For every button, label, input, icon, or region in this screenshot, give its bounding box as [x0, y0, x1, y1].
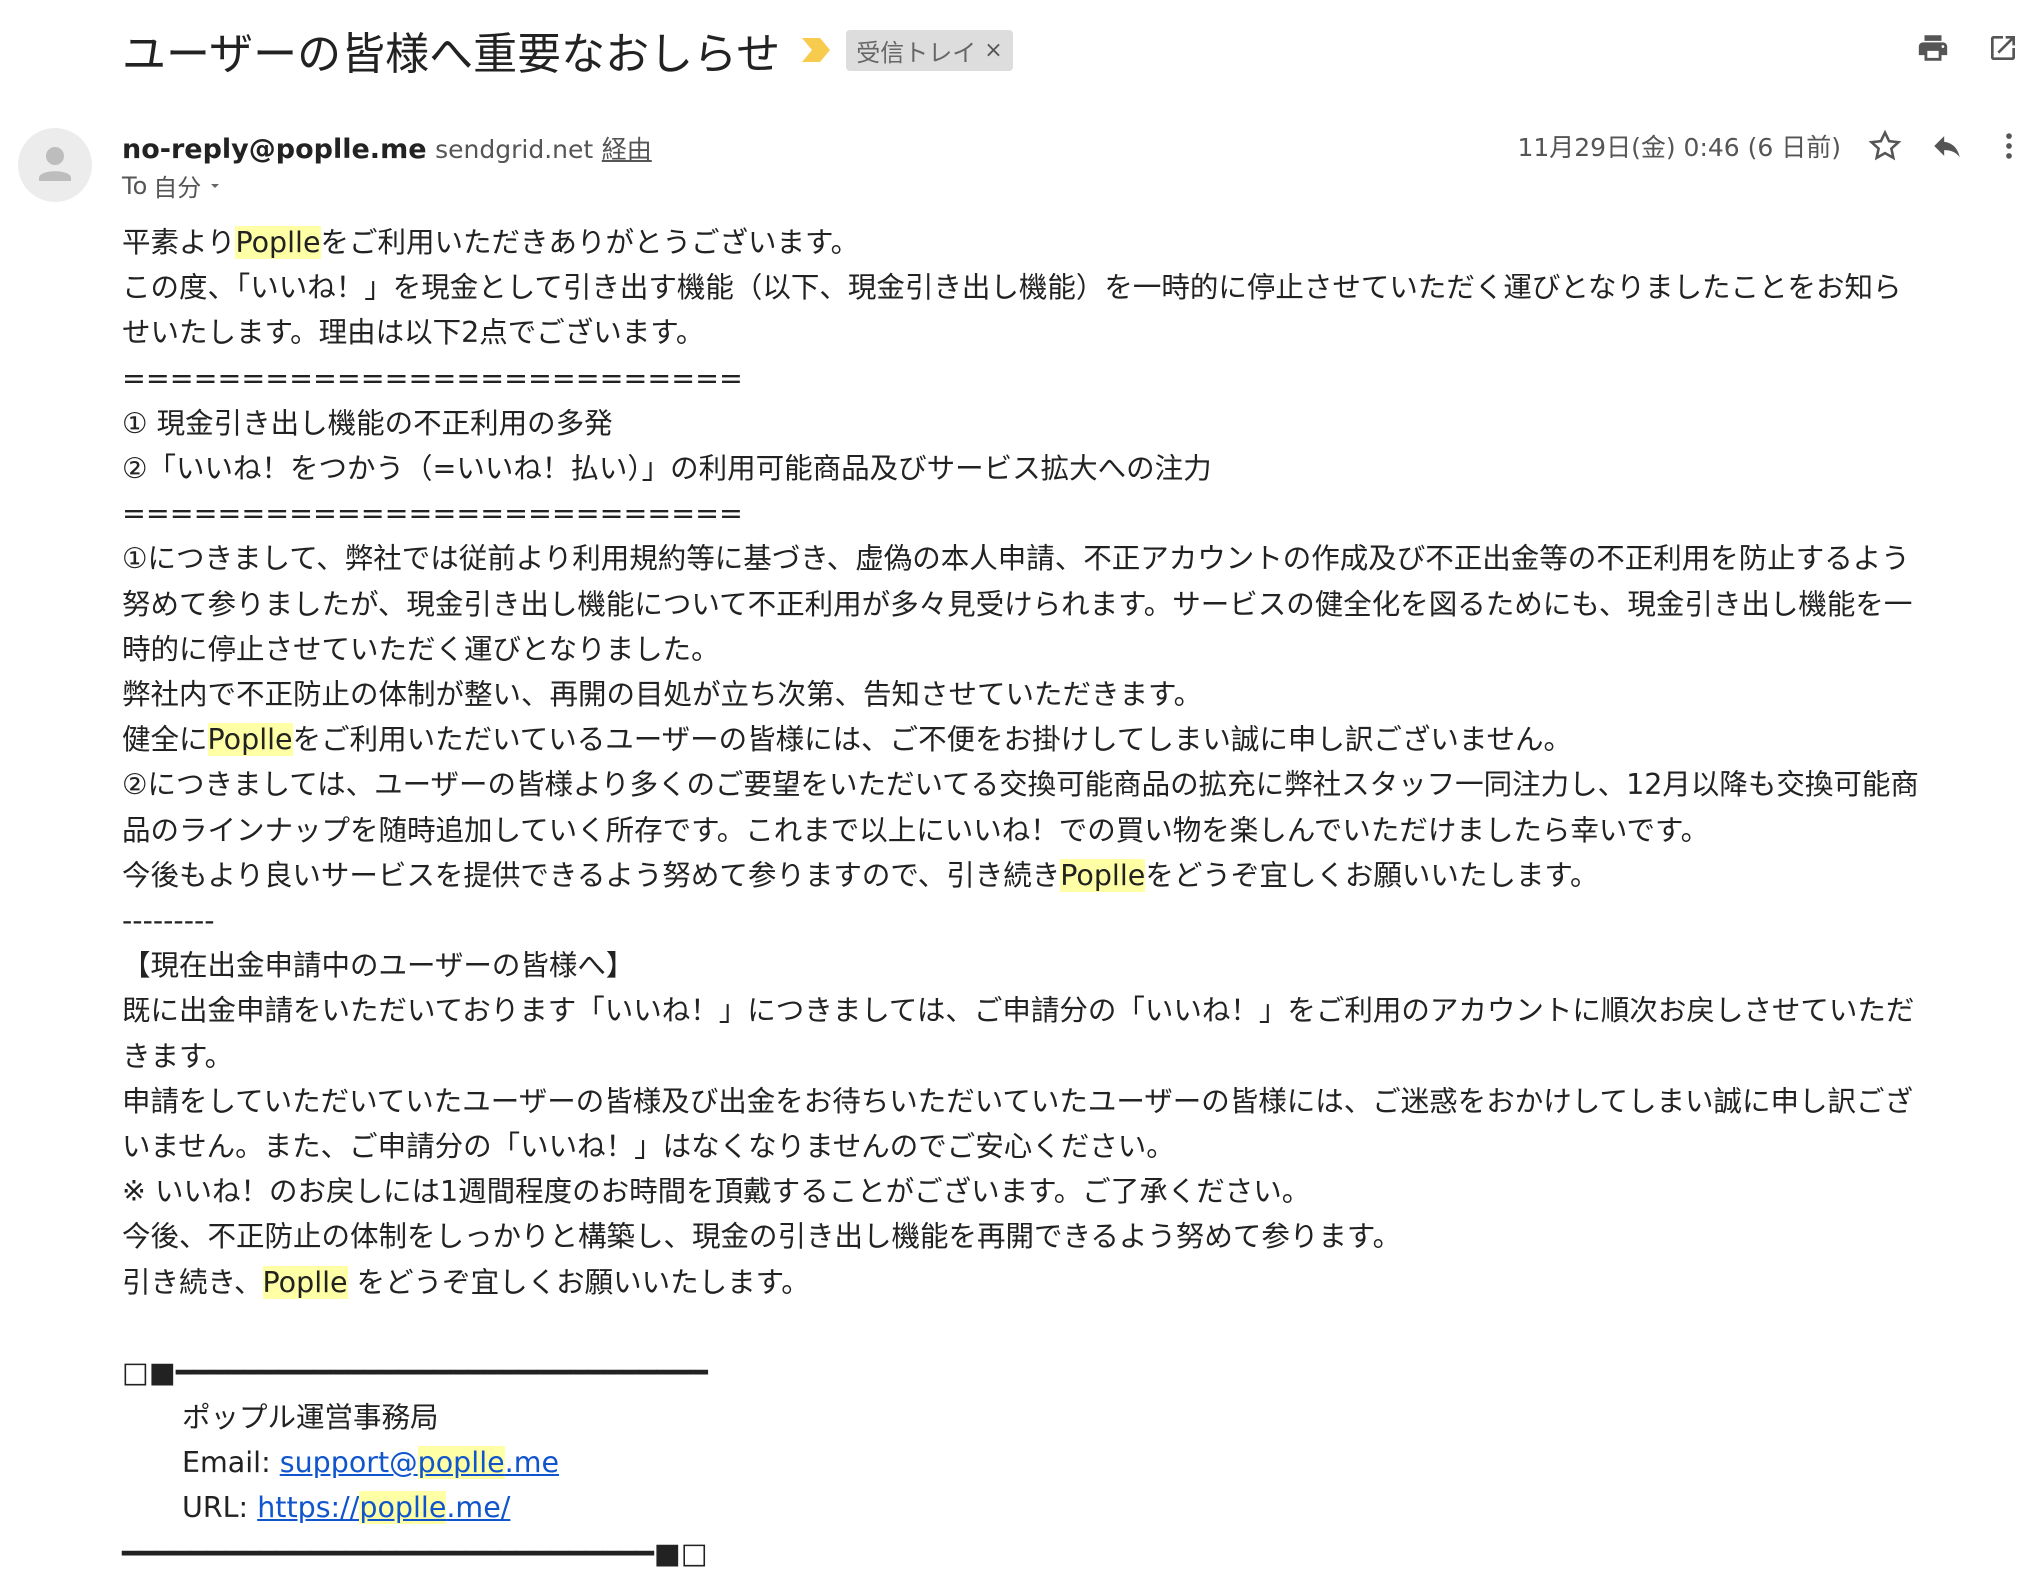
announce-line-2: せいたします。理由は以下2点でございます。	[122, 316, 705, 350]
label-chip-inbox[interactable]: 受信トレイ ×	[846, 29, 1013, 71]
divider-line: ==========================	[122, 497, 743, 531]
email-header: ユーザーの皆様へ重要なおしらせ 受信トレイ ×	[122, 18, 1013, 82]
sender-avatar[interactable]	[18, 128, 92, 202]
paragraph-4-line-2: 品のラインナップを随時追加していく所存です。これまで以上にいいね！での買い物を楽…	[122, 813, 1710, 847]
paragraph-1-line-2: 努めて参りましたが、現金引き出し機能について不正利用が多々見受けられます。サービ…	[122, 587, 1913, 621]
signature-top-line: □■━━━━━━━━━━━━━━━━━━━━━━━━━━━━━━━	[122, 1355, 708, 1389]
message-date: 11月29日(金) 0:46 (6 日前)	[1517, 133, 1841, 162]
signature-bottom-line: ━━━━━━━━━━━━━━━━━━━━━━━━━━━━━━━■□	[122, 1536, 708, 1570]
greeting: 平素よりPoplleをご利用いただきありがとうございます。	[122, 226, 860, 259]
short-divider: ---------	[122, 904, 215, 938]
star-icon[interactable]	[1867, 128, 1903, 164]
signature-url: URL: https://poplle.me/	[182, 1491, 511, 1525]
brand-highlight: Poplle	[262, 1265, 348, 1299]
reason-1: ① 現金引き出し機能の不正利用の多発	[122, 406, 613, 440]
top-actions	[1915, 30, 2021, 66]
paragraph-3: 健全にPoplleをご利用いただいているユーザーの皆様には、ご不便をお掛けしてし…	[122, 723, 1572, 757]
chevron-down-icon[interactable]	[207, 178, 223, 194]
brand-highlight: Poplle	[207, 723, 293, 757]
paragraph-8: 今後、不正防止の体制をしっかりと構築し、現金の引き出し機能を再開できるよう努めて…	[122, 1220, 1402, 1254]
announce-line-1: この度、「いいね！」を現金として引き出す機能（以下、現金引き出し機能）を一時的に…	[122, 271, 1902, 305]
to-prefix: To	[122, 171, 148, 200]
divider-line: ==========================	[122, 361, 743, 395]
paragraph-7-line-1: 申請をしていただいていたユーザーの皆様及び出金をお待ちいただいていたユーザーの皆…	[122, 1084, 1913, 1118]
to-value: 自分	[153, 174, 202, 202]
paragraph-6-line-1: 既に出金申請をいただいております「いいね！」につきましては、ご申請分の「いいね！…	[122, 994, 1915, 1028]
paragraph-5: 今後もより良いサービスを提供できるよう努めて参りますので、引き続きPoplleを…	[122, 858, 1599, 892]
url-link[interactable]: https://poplle.me/	[257, 1491, 510, 1525]
sender-name[interactable]: no-reply@poplle.me	[122, 134, 427, 165]
email-subject: ユーザーの皆様へ重要なおしらせ	[122, 29, 781, 80]
email-body: 平素よりPoplleをご利用いただきありがとうございます。 この度、「いいね！」…	[122, 220, 2022, 1576]
paragraph-2: 弊社内で不正防止の体制が整い、再開の目処が立ち次第、告知させていただきます。	[122, 678, 1203, 712]
paragraph-9: 引き続き、Poplle をどうぞ宜しくお願いいたします。	[122, 1265, 810, 1299]
paragraph-1-line-3: 時的に停止させていただく運びとなりました。	[122, 632, 720, 666]
message-meta: 11月29日(金) 0:46 (6 日前)	[1517, 128, 2027, 164]
note: ※ いいね！のお戻しには1週間程度のお時間を頂戴することがございます。ご了承くだ…	[122, 1175, 1311, 1209]
recipient-line[interactable]: To 自分	[122, 168, 223, 203]
paragraph-4-line-1: ②につきましては、ユーザーの皆様より多くのご要望をいただいてる交換可能商品の拡充…	[122, 768, 1919, 802]
email-link[interactable]: support@poplle.me	[280, 1446, 559, 1480]
reply-icon[interactable]	[1929, 128, 1965, 164]
default-avatar-icon	[39, 147, 71, 181]
sender-line: no-reply@poplle.me sendgrid.net 経由	[122, 130, 652, 166]
paragraph-1-line-1: ①につきまして、弊社では従前より利用規約等に基づき、虚偽の本人申請、不正アカウン…	[122, 542, 1910, 576]
brand-highlight: Poplle	[235, 226, 321, 259]
paragraph-6-line-2: きます。	[122, 1039, 234, 1073]
signature-org: ポップル運営事務局	[182, 1401, 439, 1435]
signature-email: Email: support@poplle.me	[182, 1446, 560, 1480]
open-in-new-window-icon[interactable]	[1985, 30, 2021, 66]
sender-domain: sendgrid.net	[435, 135, 594, 164]
more-vert-icon[interactable]	[1991, 128, 2027, 164]
section-title: 【現在出金申請中のユーザーの皆様へ】	[122, 949, 635, 983]
brand-highlight: Poplle	[1060, 858, 1146, 892]
importance-marker-icon[interactable]	[802, 38, 831, 62]
label-chip-text: 受信トレイ	[856, 38, 977, 67]
paragraph-7-line-2: いません。また、ご申請分の「いいね！」はなくなりませんのでご安心ください。	[122, 1130, 1175, 1164]
print-icon[interactable]	[1915, 30, 1951, 66]
reason-2: ②「いいね！をつかう（=いいね！払い）」の利用可能商品及びサービス拡大への注力	[122, 452, 1212, 486]
via-link[interactable]: 経由	[602, 135, 652, 164]
remove-label-icon[interactable]: ×	[984, 38, 1002, 63]
